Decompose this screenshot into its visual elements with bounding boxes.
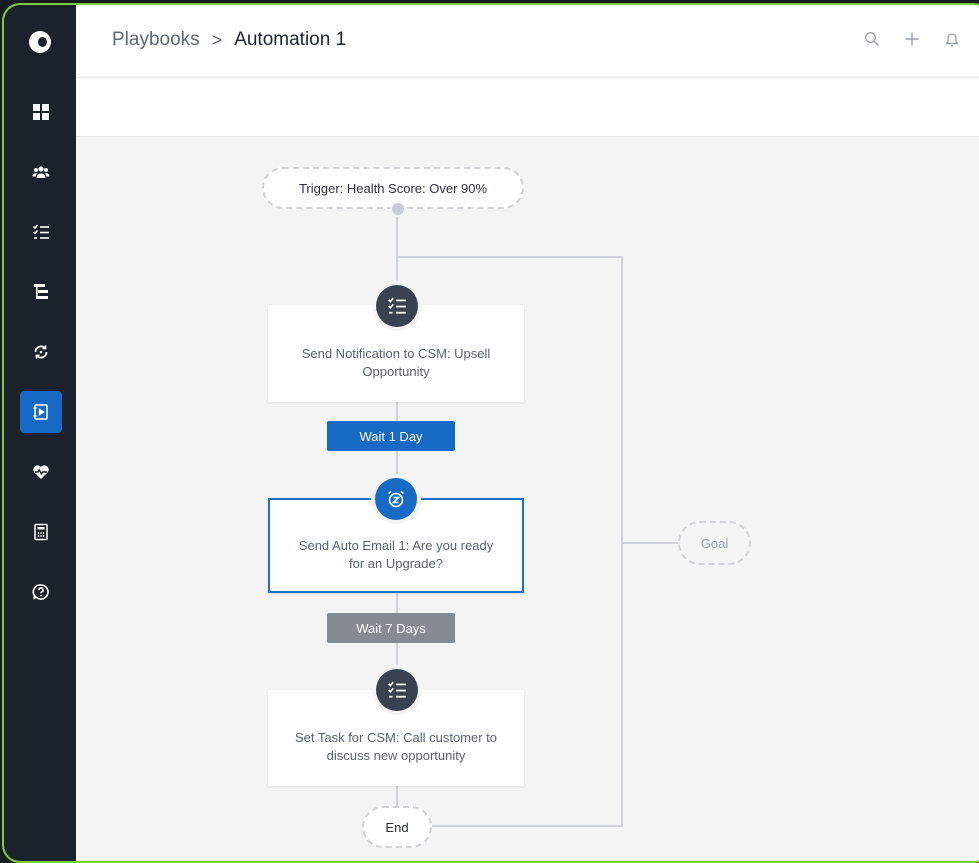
step-text: Set Task for CSM: Call customer to discu…	[294, 730, 498, 763]
goal-node[interactable]: Goal	[678, 521, 751, 565]
wait-step-button[interactable]: Wait 7 Days	[327, 613, 455, 643]
step-text: Send Notification to CSM: Upsell Opportu…	[301, 345, 491, 379]
playbook-canvas: Trigger: Health Score: Over 90% Send Not…	[0, 0, 979, 848]
checklist-icon	[376, 285, 418, 327]
end-node[interactable]: End	[362, 806, 432, 848]
checklist-icon	[376, 669, 418, 711]
step-text: Send Auto Email 1: Are you ready for an …	[298, 537, 494, 571]
wait-step-button[interactable]: Wait 1 Day	[327, 421, 455, 451]
trigger-connector-dot	[390, 201, 406, 217]
alarm-clock-icon	[375, 478, 417, 520]
